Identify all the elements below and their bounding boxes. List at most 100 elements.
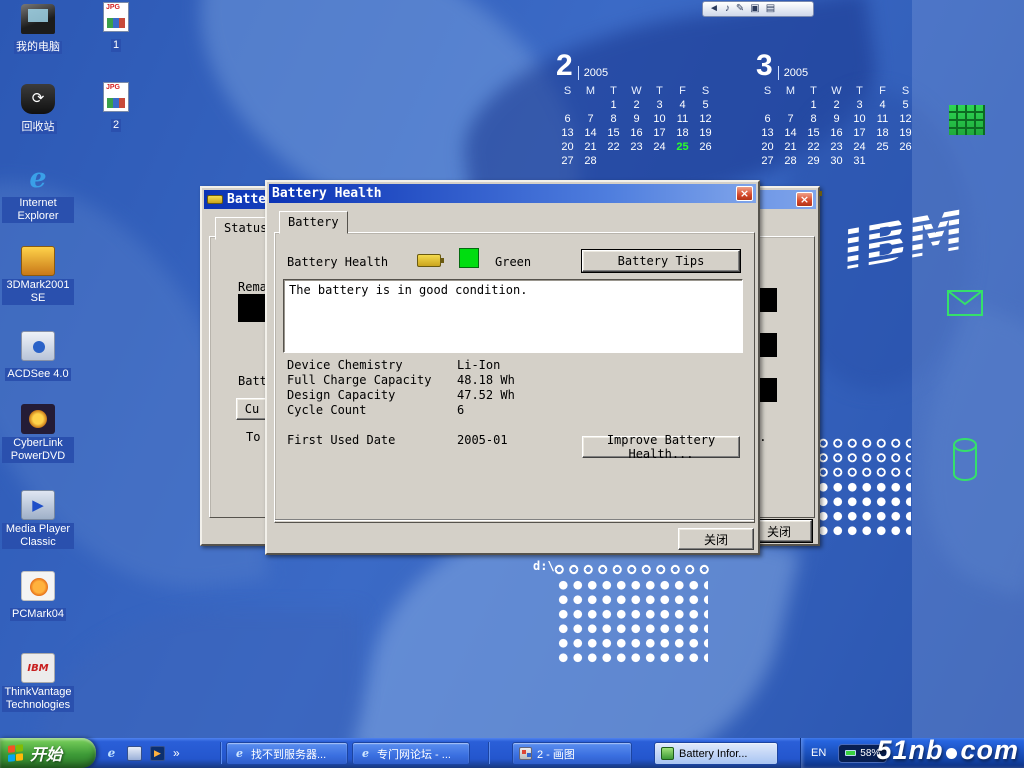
3dmark-icon xyxy=(21,246,55,276)
language-indicator[interactable]: EN xyxy=(811,747,826,759)
task-button-battery-information[interactable]: Battery Infor... xyxy=(654,742,778,765)
calendar-day: 26 xyxy=(894,140,917,154)
calendar-day xyxy=(648,154,671,168)
show-desktop-icon[interactable] xyxy=(127,746,142,761)
calendar-day-header: W xyxy=(825,84,848,98)
paint-icon xyxy=(519,747,532,760)
display-icon[interactable]: ▣ xyxy=(750,2,759,16)
my-computer-icon xyxy=(21,4,55,34)
drive-label: d:\ xyxy=(533,559,555,573)
calendar-day: 30 xyxy=(825,154,848,168)
jpg-file-icon: JPG xyxy=(103,82,129,112)
jpg-file-icon: JPG xyxy=(103,2,129,32)
keyboard-icon[interactable]: ▤ xyxy=(766,2,775,16)
calendar-day: 24 xyxy=(848,140,871,154)
battery-icon xyxy=(661,747,674,760)
calendar-day: 7 xyxy=(579,112,602,126)
desktop-icon-media-player-classic[interactable]: Media Player Classic xyxy=(2,490,74,550)
calendar-day: 17 xyxy=(648,126,671,140)
ie-icon xyxy=(359,747,372,760)
calendar-day: 28 xyxy=(779,154,802,168)
media-icon[interactable]: ◄ xyxy=(709,2,719,16)
close-icon[interactable] xyxy=(796,192,813,207)
battery-tips-button[interactable]: Battery Tips xyxy=(582,250,740,272)
calendar-day: 12 xyxy=(694,112,717,126)
desktop-icon-recycle-bin[interactable]: 回收站 xyxy=(2,84,74,135)
desktop-file-jpg-1[interactable]: JPG 1 xyxy=(92,2,140,53)
watermark-text: com xyxy=(960,735,1019,766)
desktop-icon-label: PCMark04 xyxy=(10,608,66,621)
field-row: Full Charge Capacity 48.18 Wh xyxy=(287,373,515,387)
file-label: 1 xyxy=(111,39,121,52)
calendar-day: 14 xyxy=(779,126,802,140)
calendar-day: 19 xyxy=(694,126,717,140)
calendar-day: 1 xyxy=(602,98,625,112)
task-label: Battery Infor... xyxy=(679,748,747,760)
window-titlebar[interactable]: Battery Health xyxy=(269,184,756,203)
desktop-file-jpg-2[interactable]: JPG 2 xyxy=(92,82,140,133)
pen-icon[interactable]: ✎ xyxy=(736,2,744,16)
task-label: 找不到服务器... xyxy=(251,746,326,762)
desktop-icon-thinkvantage[interactable]: ThinkVantage Technologies xyxy=(2,653,74,713)
calendar-day xyxy=(625,154,648,168)
dot-pattern xyxy=(552,562,712,577)
volume-icon[interactable]: ♪ xyxy=(725,2,730,16)
battery-app-icon xyxy=(207,195,223,204)
battery-health-label: Battery Health xyxy=(287,255,388,269)
calendar-day: 31 xyxy=(848,154,871,168)
quick-launch: » xyxy=(104,738,180,768)
calendar-day: 10 xyxy=(648,112,671,126)
start-button[interactable]: 开始 xyxy=(0,738,96,768)
grid-icon xyxy=(949,105,985,135)
task-button-forum[interactable]: 专门网论坛 - ... xyxy=(352,742,470,765)
calendar-day: 25 xyxy=(871,140,894,154)
calendar-day: 15 xyxy=(602,126,625,140)
watermark-dot xyxy=(946,748,957,759)
internet-explorer-icon xyxy=(21,164,55,194)
desktop-icon-internet-explorer[interactable]: Internet Explorer xyxy=(2,164,74,224)
window-title: Battery Health xyxy=(272,186,382,201)
tab-battery[interactable]: Battery xyxy=(279,211,348,234)
close-button[interactable]: 关闭 xyxy=(678,528,754,550)
ie-icon xyxy=(233,747,246,760)
start-label: 开始 xyxy=(30,741,62,765)
calendar-day: 27 xyxy=(756,154,779,168)
calendar-month: 2 xyxy=(556,52,573,80)
calendar-day: 21 xyxy=(779,140,802,154)
chevron-icon[interactable]: » xyxy=(173,746,180,760)
jpg-tag: JPG xyxy=(106,4,120,11)
desktop-icon-pcmark04[interactable]: PCMark04 xyxy=(2,571,74,622)
desktop-icon-my-computer[interactable]: 我的电脑 xyxy=(2,4,74,55)
calendar-day: 5 xyxy=(894,98,917,112)
calendar-day-header: M xyxy=(579,84,602,98)
calendar-day xyxy=(871,154,894,168)
calendar-day: 13 xyxy=(756,126,779,140)
desktop-icon-label: Media Player Classic xyxy=(2,523,74,549)
calendar-day: 9 xyxy=(825,112,848,126)
task-button-paint[interactable]: 2 - 画图 xyxy=(512,742,632,765)
desktop-icon-powerdvd[interactable]: CyberLink PowerDVD xyxy=(2,404,74,464)
field-value: 47.52 Wh xyxy=(457,388,515,402)
calendar-day: 18 xyxy=(671,126,694,140)
calendar-day xyxy=(556,98,579,112)
field-label: Device Chemistry xyxy=(287,358,457,372)
watermark-text: 51nb xyxy=(876,735,943,766)
ie-quicklaunch-icon[interactable] xyxy=(104,746,119,761)
close-icon[interactable] xyxy=(736,186,753,201)
task-button-server-not-found[interactable]: 找不到服务器... xyxy=(226,742,348,765)
calendar-day: 20 xyxy=(556,140,579,154)
calendar-day: 22 xyxy=(602,140,625,154)
desktop-icon-3dmark2001[interactable]: 3DMark2001 SE xyxy=(2,246,74,306)
calendar-day: 16 xyxy=(825,126,848,140)
current-button[interactable]: Cu xyxy=(236,398,268,420)
desktop-icon-acdsee[interactable]: ACDSee 4.0 xyxy=(2,331,74,382)
media-player-quicklaunch-icon[interactable] xyxy=(150,746,165,761)
calendar-day: 15 xyxy=(802,126,825,140)
media-player-classic-icon xyxy=(21,490,55,520)
task-label: 专门网论坛 - ... xyxy=(377,746,451,762)
calendar-february-2005: 2 2005 SMTWTFS12345678910111213141516171… xyxy=(556,52,728,168)
desktop-icon-label: CyberLink PowerDVD xyxy=(2,437,74,463)
field-row: Cycle Count 6 xyxy=(287,403,464,417)
improve-battery-health-button[interactable]: Improve Battery Health... xyxy=(582,436,740,458)
calendar-day xyxy=(756,98,779,112)
